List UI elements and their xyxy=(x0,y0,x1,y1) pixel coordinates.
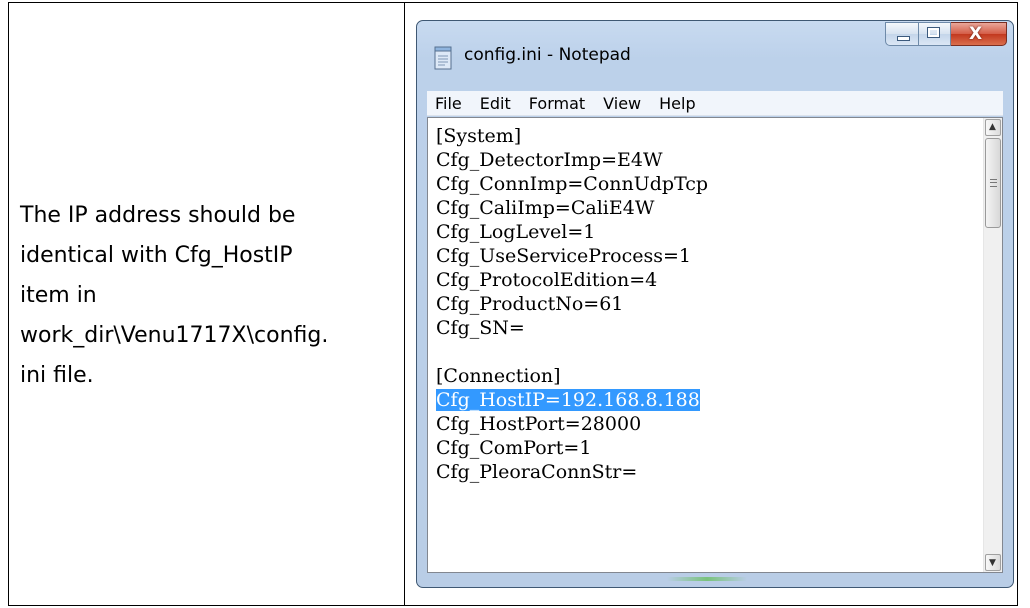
window-controls: X xyxy=(885,22,1007,48)
status-glow xyxy=(667,577,747,581)
text-line: Cfg_LogLevel=1 xyxy=(436,221,596,243)
maximize-button[interactable] xyxy=(919,22,951,46)
scroll-down-button[interactable]: ▼ xyxy=(985,554,1001,571)
description-line: item in xyxy=(20,283,97,308)
text-line: Cfg_SN= xyxy=(436,317,525,339)
description-cell: The IP address should be identical with … xyxy=(20,196,402,396)
table-cell-divider xyxy=(404,2,405,606)
text-line: [Connection] xyxy=(436,365,561,387)
minimize-icon xyxy=(897,36,910,41)
text-line: Cfg_HostPort=28000 xyxy=(436,413,642,435)
scroll-up-button[interactable]: ▲ xyxy=(985,119,1001,136)
menu-bar: File Edit Format View Help xyxy=(427,91,1003,116)
text-selection: Cfg_HostIP=192.168.8.188 xyxy=(436,389,700,411)
maximize-icon xyxy=(927,27,940,38)
description-line: work_dir\Venu1717X\config. xyxy=(20,323,329,348)
selected-text-line: Cfg_HostIP=192.168.8.188 xyxy=(436,388,708,412)
menu-help[interactable]: Help xyxy=(650,94,704,113)
description-line: The IP address should be xyxy=(20,203,296,228)
text-line: [System] xyxy=(436,125,522,147)
notepad-window: config.ini - Notepad X File Edit Format … xyxy=(416,20,1014,588)
menu-file[interactable]: File xyxy=(427,94,471,113)
text-line: Cfg_ComPort=1 xyxy=(436,437,592,459)
grip-icon xyxy=(990,179,997,187)
scroll-thumb[interactable] xyxy=(985,138,1001,228)
text-line: Cfg_DetectorImp=E4W xyxy=(436,149,663,171)
arrow-down-icon: ▼ xyxy=(989,558,996,568)
close-button[interactable]: X xyxy=(951,22,1007,46)
menu-format[interactable]: Format xyxy=(520,94,594,113)
text-line: Cfg_PleoraConnStr= xyxy=(436,461,638,483)
text-line: Cfg_ProductNo=61 xyxy=(436,293,624,315)
text-editor[interactable]: [System] Cfg_DetectorImp=E4W Cfg_ConnImp… xyxy=(427,117,1003,573)
arrow-up-icon: ▲ xyxy=(989,122,996,132)
menu-view[interactable]: View xyxy=(594,94,650,113)
notepad-icon xyxy=(434,46,452,70)
menu-edit[interactable]: Edit xyxy=(471,94,520,113)
text-line: Cfg_ProtocolEdition=4 xyxy=(436,269,658,291)
text-line: Cfg_ConnImp=ConnUdpTcp xyxy=(436,173,709,195)
window-title: config.ini - Notepad xyxy=(464,45,631,65)
editor-content[interactable]: [System] Cfg_DetectorImp=E4W Cfg_ConnImp… xyxy=(436,124,708,484)
text-line xyxy=(436,340,708,364)
minimize-button[interactable] xyxy=(885,22,919,46)
close-icon: X xyxy=(969,24,983,44)
description-line: ini file. xyxy=(20,363,94,388)
text-line: Cfg_CaliImp=CaliE4W xyxy=(436,197,655,219)
text-line: Cfg_UseServiceProcess=1 xyxy=(436,245,691,267)
vertical-scrollbar[interactable]: ▲ ▼ xyxy=(983,118,1002,572)
window-bottom-edge xyxy=(427,574,1003,584)
description-line: identical with Cfg_HostIP xyxy=(20,243,293,268)
